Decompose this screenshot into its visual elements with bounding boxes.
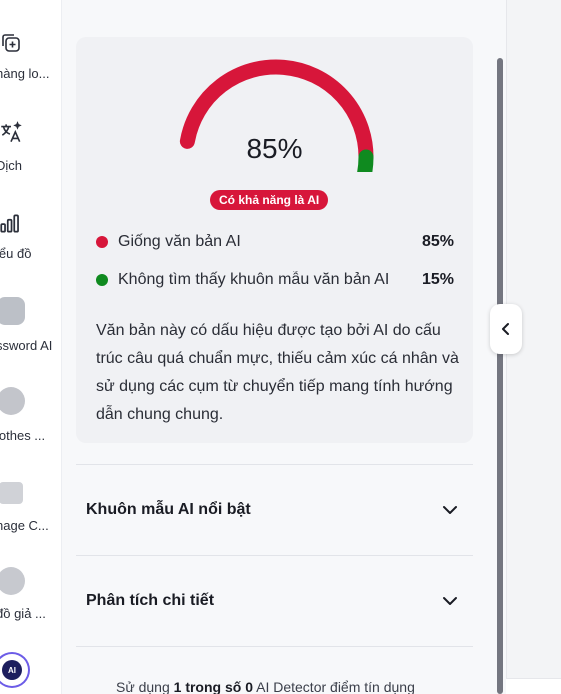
right-pane-footer xyxy=(506,678,561,694)
stat-value: 15% xyxy=(421,271,454,288)
credit-usage-text: Sử dụng 1 trong số 0 AI Detector điểm tí… xyxy=(116,679,415,694)
sidebar-item-label: đồ giả ... xyxy=(0,606,46,621)
ai-logo-icon: AI xyxy=(2,660,22,680)
credit-prefix: Sử dụng xyxy=(116,679,174,694)
stat-row-human: Không tìm thấy khuôn mẫu văn bản AI 15% xyxy=(96,269,454,291)
stat-row-ai: Giống văn bản AI 85% xyxy=(96,231,454,253)
left-sidebar: hàng lo... Dịch iểu đồ ssword AI lothes … xyxy=(0,0,62,694)
chevron-down-icon xyxy=(443,597,457,605)
human-dot-icon xyxy=(96,274,108,286)
ai-score-value: 85% xyxy=(246,133,303,164)
password-ai-thumb xyxy=(0,294,28,328)
divider xyxy=(76,646,473,647)
sidebar-item-label: lothes ... xyxy=(0,428,46,443)
result-card: 85% Có khả năng là AI Giống văn bản AI 8… xyxy=(76,37,473,443)
detector-panel: 85% Có khả năng là AI Giống văn bản AI 8… xyxy=(62,0,494,694)
chart-icon xyxy=(0,206,28,240)
add-copy-icon xyxy=(0,26,28,60)
chevron-down-icon xyxy=(443,506,457,514)
ai-assistant-button[interactable]: AI xyxy=(0,652,30,688)
map-thumb xyxy=(0,564,28,598)
translate-icon xyxy=(0,116,28,150)
sidebar-item-label: Dịch xyxy=(0,158,23,173)
accordion-detailed-analysis[interactable]: Phân tích chi tiết xyxy=(76,556,473,646)
stat-label: Giống văn bản AI xyxy=(118,233,241,250)
credit-count: 1 trong số 0 xyxy=(173,679,253,694)
stat-value: 85% xyxy=(421,233,454,250)
stat-label: Không tìm thấy khuôn mẫu văn bản AI xyxy=(118,271,390,288)
ai-dot-icon xyxy=(96,236,108,248)
scrollbar-thumb[interactable] xyxy=(497,58,503,694)
collapse-panel-button[interactable] xyxy=(490,304,522,354)
sidebar-item-label: ssword AI xyxy=(0,338,53,353)
accordion-title: Khuôn mẫu AI nổi bật xyxy=(86,501,251,518)
image-thumb xyxy=(0,476,28,510)
sidebar-item-label: hàng lo... xyxy=(0,66,50,81)
accordion-ai-patterns[interactable]: Khuôn mẫu AI nổi bật xyxy=(76,465,473,555)
chevron-left-icon xyxy=(502,323,509,335)
status-badge: Có khả năng là AI xyxy=(210,190,329,210)
sidebar-item-label: iểu đồ xyxy=(0,246,32,261)
credit-suffix: AI Detector điểm tín dụng xyxy=(253,679,415,694)
sidebar-item-label: nage C... xyxy=(0,518,49,533)
explanation-text: Văn bản này có dấu hiệu được tạo bởi AI … xyxy=(96,322,459,423)
accordion-title: Phân tích chi tiết xyxy=(86,592,215,609)
clothes-thumb xyxy=(0,384,28,418)
